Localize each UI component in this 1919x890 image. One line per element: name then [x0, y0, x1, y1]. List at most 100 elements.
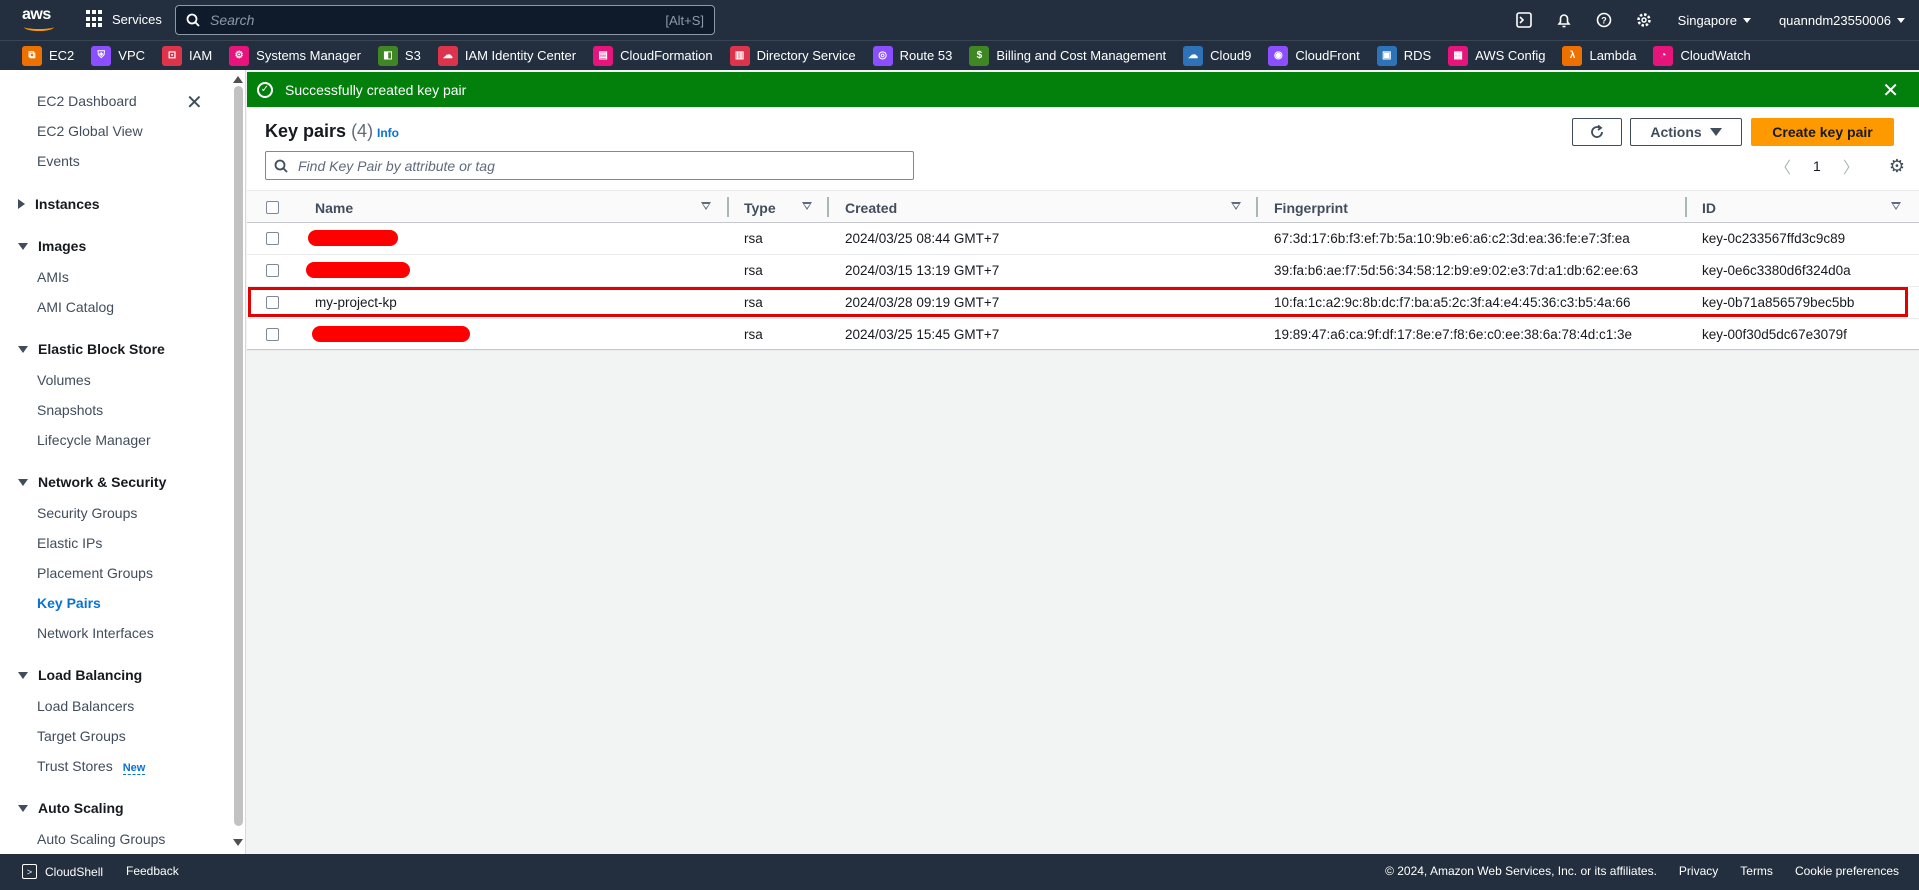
favorite-vpc[interactable]: ⛨ VPC — [91, 45, 145, 66]
sidebar-item-amis[interactable]: AMIs — [37, 269, 69, 285]
row-checkbox[interactable] — [266, 264, 279, 277]
sidebar-section-images[interactable]: Images — [18, 238, 86, 254]
column-header-name[interactable]: Name — [315, 200, 353, 216]
table-row[interactable]: rsa 2024/03/25 08:44 GMT+7 67:3d:17:6b:f… — [247, 223, 1919, 255]
table-row[interactable]: rsa 2024/03/25 15:45 GMT+7 19:89:47:a6:c… — [247, 319, 1919, 351]
row-checkbox[interactable] — [266, 296, 279, 309]
scroll-down-icon[interactable] — [233, 839, 243, 846]
sidebar-item-load-balancers[interactable]: Load Balancers — [37, 698, 134, 714]
create-key-pair-button[interactable]: Create key pair — [1751, 118, 1894, 146]
sidebar-item-placement-groups[interactable]: Placement Groups — [37, 565, 153, 581]
column-header-created[interactable]: Created — [845, 200, 897, 216]
row-checkbox[interactable] — [266, 328, 279, 341]
sidebar-item-trust-stores[interactable]: Trust Stores New — [37, 758, 146, 775]
column-resizer[interactable] — [827, 197, 829, 217]
cloudshell-icon[interactable] — [1504, 0, 1544, 40]
sidebar-item-security-groups[interactable]: Security Groups — [37, 505, 137, 521]
sidebar-item-target-groups[interactable]: Target Groups — [37, 728, 126, 744]
dismiss-flash-close-icon[interactable]: ✕ — [1882, 78, 1899, 103]
sidebar-section-network-security[interactable]: Network & Security — [18, 474, 166, 490]
cookie-preferences-link[interactable]: Cookie preferences — [1795, 864, 1899, 878]
terms-link[interactable]: Terms — [1740, 864, 1773, 878]
column-header-id[interactable]: ID — [1702, 200, 1716, 216]
close-sidebar-icon[interactable]: ✕ — [186, 93, 204, 113]
scroll-thumb[interactable] — [234, 86, 243, 826]
sidebar-item-network-interfaces[interactable]: Network Interfaces — [37, 625, 154, 641]
next-page-chevron-icon[interactable]: 〉 — [1843, 154, 1859, 178]
sidebar-item-events[interactable]: Events — [37, 153, 80, 169]
sidebar-section-auto-scaling[interactable]: Auto Scaling — [18, 800, 124, 816]
sidebar-item-snapshots[interactable]: Snapshots — [37, 402, 103, 418]
sidebar-item-ec2-dashboard[interactable]: EC2 Dashboard — [37, 93, 137, 109]
table-row[interactable]: rsa 2024/03/15 13:19 GMT+7 39:fa:b6:ae:f… — [247, 255, 1919, 287]
favorite-lambda[interactable]: λ Lambda — [1562, 45, 1636, 66]
favorite-cloudfront[interactable]: ◉ CloudFront — [1268, 45, 1360, 66]
select-all-checkbox[interactable] — [266, 201, 279, 214]
previous-page-chevron-icon[interactable]: 〈 — [1775, 154, 1791, 178]
sort-icon[interactable] — [701, 202, 711, 210]
favorite-billing-and-cost-management[interactable]: $ Billing and Cost Management — [969, 45, 1166, 66]
refresh-button[interactable] — [1572, 118, 1622, 146]
services-menu-button[interactable]: Services — [86, 10, 162, 28]
row-checkbox[interactable] — [266, 232, 279, 245]
favorite-aws-config[interactable]: ▦ AWS Config — [1448, 45, 1545, 66]
current-page[interactable]: 1 — [1813, 158, 1821, 174]
favorite-iam-identity-center[interactable]: ☁ IAM Identity Center — [437, 45, 576, 66]
sidebar-item-ami-catalog[interactable]: AMI Catalog — [37, 299, 114, 315]
notifications-bell-icon[interactable] — [1544, 0, 1584, 40]
sidebar-item-elastic-ips[interactable]: Elastic IPs — [37, 535, 102, 551]
feedback-link[interactable]: Feedback — [126, 864, 179, 878]
redacted-name-mark — [308, 230, 398, 246]
column-header-type[interactable]: Type — [744, 200, 776, 216]
favorite-iam[interactable]: ⊡ IAM — [162, 45, 212, 66]
favorite-label: CloudWatch — [1680, 48, 1751, 63]
table-preferences-gear-icon[interactable]: ⚙ — [1889, 156, 1905, 177]
aws-logo[interactable]: aws — [22, 6, 58, 32]
sidebar-item-volumes[interactable]: Volumes — [37, 372, 91, 388]
sort-icon[interactable] — [1891, 202, 1901, 210]
scroll-up-icon[interactable] — [233, 76, 243, 83]
column-resizer[interactable] — [1256, 197, 1258, 217]
table-row[interactable]: my-project-kp rsa 2024/03/28 09:19 GMT+7… — [247, 287, 1919, 319]
favorite-cloudwatch[interactable]: ◔ CloudWatch — [1653, 45, 1751, 66]
sidebar-item-global-view[interactable]: EC2 Global View — [37, 123, 143, 139]
flash-message: Successfully created key pair — [285, 81, 467, 98]
favorite-route-53[interactable]: ◎ Route 53 — [872, 45, 952, 66]
sort-icon[interactable] — [1231, 202, 1241, 210]
page-title: Key pairs (4) — [265, 121, 373, 142]
cell-id: key-0c233567ffd3c9c89 — [1702, 231, 1846, 246]
info-link[interactable]: Info — [377, 126, 399, 140]
favorite-cloudformation[interactable]: ▤ CloudFormation — [593, 45, 713, 66]
sidebar-item-lifecycle-manager[interactable]: Lifecycle Manager — [37, 432, 151, 448]
favorite-systems-manager[interactable]: ⚙ Systems Manager — [229, 45, 361, 66]
favorite-rds[interactable]: ▣ RDS — [1376, 45, 1431, 66]
sidebar-section-load-balancing[interactable]: Load Balancing — [18, 667, 142, 683]
cloudshell-button[interactable]: > CloudShell — [22, 864, 103, 879]
cell-name[interactable]: my-project-kp — [315, 295, 397, 310]
favorite-s3[interactable]: ◧ S3 — [377, 45, 421, 66]
favorite-ec2[interactable]: ⧉ EC2 — [22, 45, 74, 66]
favorite-label: CloudFormation — [620, 48, 713, 63]
success-flashbar: ✓ Successfully created key pair ✕ — [247, 72, 1919, 107]
cell-type: rsa — [744, 327, 763, 342]
search-input[interactable]: Search [Alt+S] — [175, 5, 715, 35]
sort-icon[interactable] — [802, 202, 812, 210]
settings-gear-icon[interactable] — [1624, 0, 1664, 40]
sidebar-item-auto-scaling-groups[interactable]: Auto Scaling Groups — [37, 831, 165, 847]
column-resizer[interactable] — [727, 197, 729, 217]
favorite-cloud9[interactable]: ☁ Cloud9 — [1183, 45, 1251, 66]
favorite-directory-service[interactable]: ▥ Directory Service — [729, 45, 856, 66]
column-resizer[interactable] — [1685, 197, 1687, 217]
sidebar-section-instances[interactable]: Instances — [18, 196, 100, 212]
column-header-fingerprint[interactable]: Fingerprint — [1274, 200, 1348, 216]
sidebar-item-key-pairs[interactable]: Key Pairs — [37, 595, 101, 611]
actions-dropdown-button[interactable]: Actions — [1630, 118, 1742, 146]
sidebar-section-ebs[interactable]: Elastic Block Store — [18, 341, 165, 357]
region-selector[interactable]: Singapore — [1664, 13, 1765, 28]
privacy-link[interactable]: Privacy — [1679, 864, 1718, 878]
account-menu[interactable]: quanndm23550006 — [1765, 13, 1919, 28]
sidebar-scrollbar[interactable] — [231, 76, 245, 846]
help-icon[interactable]: ? — [1584, 0, 1624, 40]
caret-down-icon — [18, 804, 28, 812]
filter-input[interactable]: Find Key Pair by attribute or tag — [265, 151, 914, 180]
